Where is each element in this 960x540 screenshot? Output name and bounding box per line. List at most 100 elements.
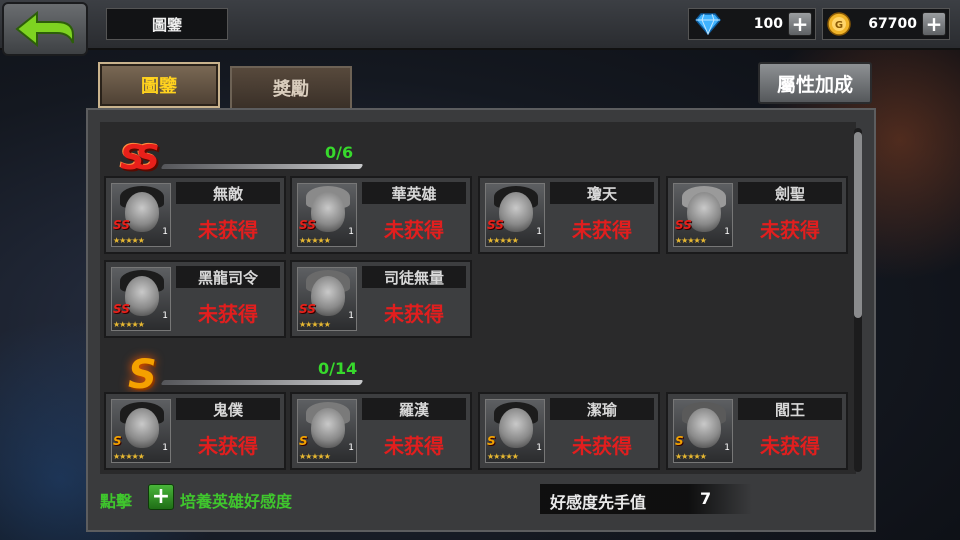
rank-mark: SS xyxy=(113,302,130,316)
hero-card-jieyu[interactable]: S ★★★★★ 1 潔瑜 未获得 xyxy=(478,392,660,470)
hero-status: 未获得 xyxy=(760,218,820,242)
hero-card-hua-yingxiong[interactable]: SS ★★★★★ 1 華英雄 未获得 xyxy=(290,176,472,254)
hero-status: 未获得 xyxy=(198,218,258,242)
hero-portrait: SS ★★★★★ 1 xyxy=(297,267,357,331)
hero-card-situ-wuliang[interactable]: SS ★★★★★ 1 司徒無量 未获得 xyxy=(290,260,472,338)
hero-portrait: S ★★★★★ 1 xyxy=(297,399,357,463)
rank-mark: S xyxy=(675,434,684,448)
svg-text:G: G xyxy=(835,20,843,31)
page-title: 圖鑒 xyxy=(106,8,228,40)
star-rating-icon: ★★★★★ xyxy=(675,452,707,461)
hero-name: 黑龍司令 xyxy=(176,266,280,288)
hero-portrait: SS ★★★★★ 1 xyxy=(485,183,545,247)
nurture-hint: 培養英雄好感度 xyxy=(180,492,293,511)
hero-portrait: SS ★★★★★ 1 xyxy=(297,183,357,247)
hero-level: 1 xyxy=(162,311,168,321)
back-button[interactable] xyxy=(2,2,88,56)
star-rating-icon: ★★★★★ xyxy=(487,452,519,461)
hero-card-guipu[interactable]: S ★★★★★ 1 鬼僕 未获得 xyxy=(104,392,286,470)
hero-name: 潔瑜 xyxy=(550,398,654,420)
scroll-thumb[interactable] xyxy=(854,132,862,318)
rank-mark: S xyxy=(299,434,308,448)
hero-level: 1 xyxy=(162,443,168,453)
hero-portrait: SS ★★★★★ 1 xyxy=(111,267,171,331)
tab-rewards[interactable]: 獎勵 xyxy=(230,66,352,110)
hero-status: 未获得 xyxy=(572,218,632,242)
rank-mark: SS xyxy=(299,302,316,316)
diamond-icon xyxy=(695,13,721,35)
hero-level: 1 xyxy=(724,227,730,237)
hero-status: 未获得 xyxy=(760,434,820,458)
hero-status: 未获得 xyxy=(198,302,258,326)
back-arrow-icon xyxy=(15,10,74,48)
hero-portrait: S ★★★★★ 1 xyxy=(485,399,545,463)
hero-card-qiongtian[interactable]: SS ★★★★★ 1 瓊天 未获得 xyxy=(478,176,660,254)
rank-mark: S xyxy=(113,434,122,448)
rank-mark: SS xyxy=(299,218,316,232)
divider-line xyxy=(160,164,364,169)
add-diamonds-button[interactable]: + xyxy=(788,12,812,36)
rank-mark: SS xyxy=(675,218,692,232)
hero-name: 司徒無量 xyxy=(362,266,466,288)
hero-name: 鬼僕 xyxy=(176,398,280,420)
hero-name: 羅漢 xyxy=(362,398,466,420)
hero-level: 1 xyxy=(536,227,542,237)
hero-status: 未获得 xyxy=(384,434,444,458)
hero-status: 未获得 xyxy=(384,218,444,242)
favor-initiative-box: 好感度先手值 7 xyxy=(540,484,752,514)
hero-portrait: SS ★★★★★ 1 xyxy=(673,183,733,247)
attribute-bonus-button[interactable]: 屬性加成 xyxy=(758,62,872,104)
nurture-plus-button[interactable]: + xyxy=(148,484,174,510)
favor-initiative-value: 7 xyxy=(700,489,712,508)
s-collected-count: 0/14 xyxy=(318,359,358,378)
hero-list[interactable]: SS 0/6 SS ★★★★★ 1 無敵 未获得 SS ★★★★★ 1 華英雄 … xyxy=(100,122,856,474)
hero-card-yanwang[interactable]: S ★★★★★ 1 閻王 未获得 xyxy=(666,392,848,470)
diamond-counter: 100 + xyxy=(688,8,816,40)
star-rating-icon: ★★★★★ xyxy=(113,320,145,329)
gold-coin-icon: G xyxy=(827,12,851,36)
hero-name: 華英雄 xyxy=(362,182,466,204)
favor-initiative-label: 好感度先手值 xyxy=(550,493,647,512)
diamond-amount: 100 xyxy=(753,16,783,32)
tap-hint: 點擊 xyxy=(100,492,133,511)
star-rating-icon: ★★★★★ xyxy=(113,236,145,245)
hero-level: 1 xyxy=(536,443,542,453)
rank-mark: SS xyxy=(113,218,130,232)
list-scrollbar[interactable] xyxy=(854,128,862,472)
hero-level: 1 xyxy=(348,443,354,453)
hero-status: 未获得 xyxy=(572,434,632,458)
hero-level: 1 xyxy=(724,443,730,453)
hero-card-luohan[interactable]: S ★★★★★ 1 羅漢 未获得 xyxy=(290,392,472,470)
hero-level: 1 xyxy=(348,227,354,237)
hero-portrait: S ★★★★★ 1 xyxy=(673,399,733,463)
star-rating-icon: ★★★★★ xyxy=(113,452,145,461)
gold-amount: 67700 xyxy=(868,16,917,32)
star-rating-icon: ★★★★★ xyxy=(675,236,707,245)
hero-name: 閻王 xyxy=(738,398,842,420)
rank-mark: SS xyxy=(487,218,504,232)
top-bar: 圖鑒 100 + G 67700 + xyxy=(0,0,960,56)
hero-card-heilong-siling[interactable]: SS ★★★★★ 1 黑龍司令 未获得 xyxy=(104,260,286,338)
gold-counter: G 67700 + xyxy=(822,8,950,40)
star-rating-icon: ★★★★★ xyxy=(299,452,331,461)
star-rating-icon: ★★★★★ xyxy=(299,236,331,245)
hero-card-wudi[interactable]: SS ★★★★★ 1 無敵 未获得 xyxy=(104,176,286,254)
hero-card-jiansheng[interactable]: SS ★★★★★ 1 劍聖 未获得 xyxy=(666,176,848,254)
hero-name: 無敵 xyxy=(176,182,280,204)
hero-name: 劍聖 xyxy=(738,182,842,204)
ss-rank-badge: SS xyxy=(120,138,160,178)
hero-portrait: SS ★★★★★ 1 xyxy=(111,183,171,247)
divider-line xyxy=(160,380,364,385)
rank-mark: S xyxy=(487,434,496,448)
star-rating-icon: ★★★★★ xyxy=(299,320,331,329)
hero-level: 1 xyxy=(348,311,354,321)
tab-codex[interactable]: 圖鑒 xyxy=(98,62,220,108)
hero-level: 1 xyxy=(162,227,168,237)
hero-codex-panel: SS 0/6 SS ★★★★★ 1 無敵 未获得 SS ★★★★★ 1 華英雄 … xyxy=(86,108,876,532)
hero-portrait: S ★★★★★ 1 xyxy=(111,399,171,463)
hero-status: 未获得 xyxy=(384,302,444,326)
ss-collected-count: 0/6 xyxy=(325,143,354,162)
hero-name: 瓊天 xyxy=(550,182,654,204)
star-rating-icon: ★★★★★ xyxy=(487,236,519,245)
add-gold-button[interactable]: + xyxy=(922,12,946,36)
